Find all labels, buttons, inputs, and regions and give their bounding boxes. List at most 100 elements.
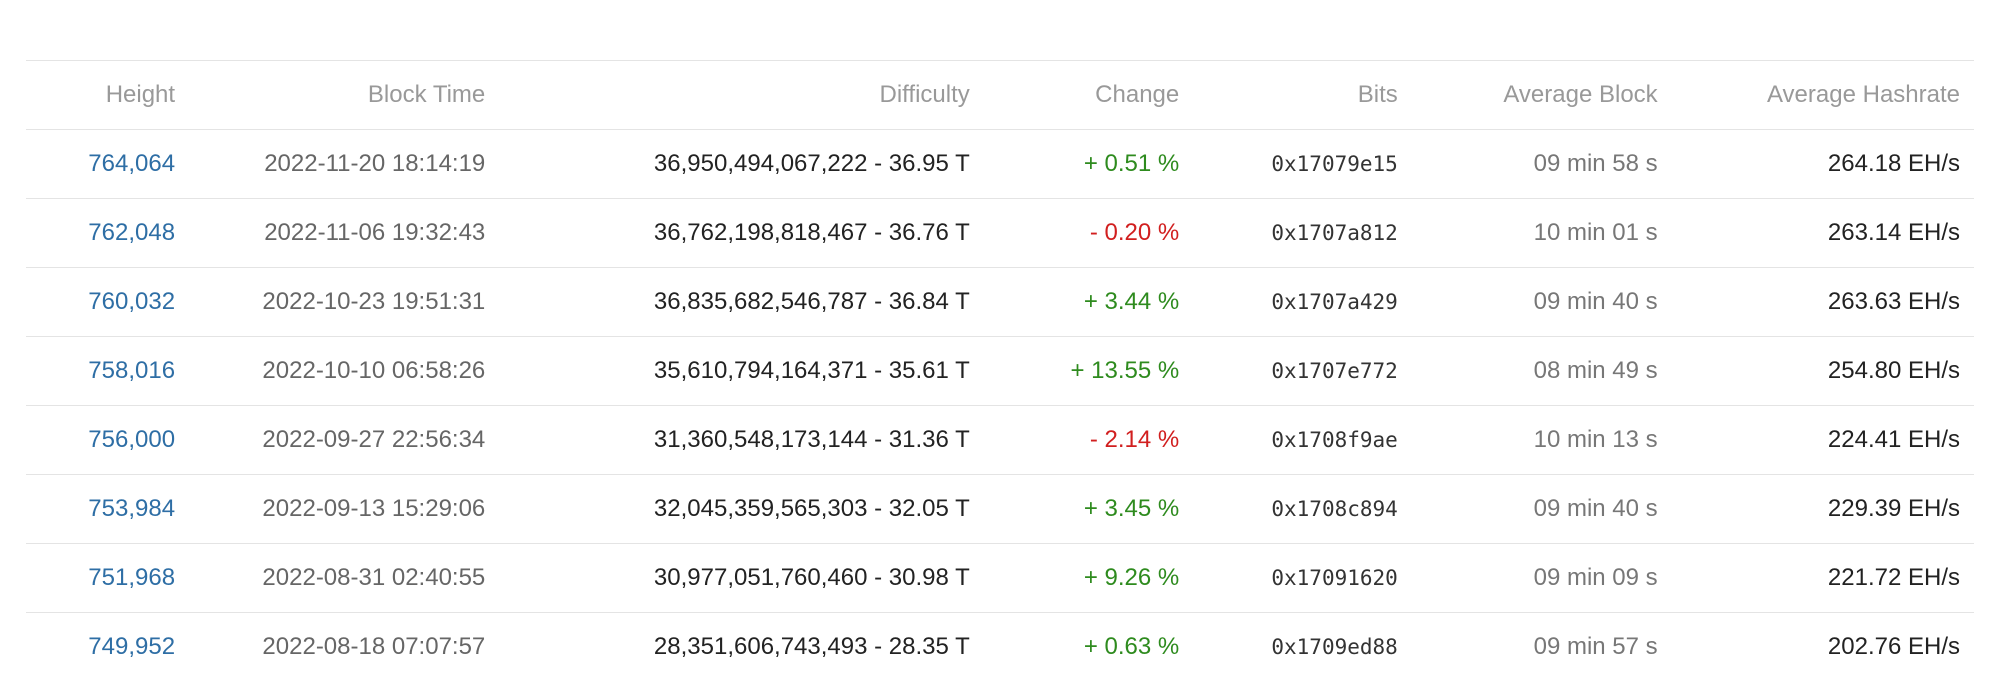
difficulty-history-page: Height Block Time Difficulty Change Bits…	[0, 0, 2000, 675]
table-row: 762,048 2022-11-06 19:32:43 36,762,198,818…	[26, 198, 1974, 268]
table-header-row: Height Block Time Difficulty Change Bits…	[26, 60, 1974, 130]
block-height-link[interactable]: 756,000	[88, 426, 175, 453]
change-value: + 13.55 %	[1070, 357, 1180, 384]
block-height-link[interactable]: 751,968	[88, 564, 175, 591]
change-cell: + 9.26 %	[969, 543, 1180, 613]
average-block-value: 10 min 13 s	[1533, 426, 1658, 453]
average-block-value: 09 min 57 s	[1533, 633, 1658, 660]
block-time-cell: 2022-09-27 22:56:34	[175, 405, 486, 475]
change-value: + 3.44 %	[1083, 288, 1180, 315]
block-height-link[interactable]: 760,032	[88, 288, 175, 315]
change-cell: - 0.20 %	[969, 198, 1180, 268]
change-value: + 3.45 %	[1083, 495, 1180, 522]
height-cell: 762,048	[26, 198, 176, 268]
bits-value: 0x1707a429	[1271, 290, 1398, 314]
chart-captions-clipped	[0, 0, 2000, 10]
block-time-value: 2022-08-31 02:40:55	[262, 564, 486, 591]
difficulty-value: 31,360,548,173,144 - 31.36 T	[653, 426, 970, 453]
average-hashrate-value: 264.18 EH/s	[1827, 150, 1960, 177]
average-hashrate-value: 254.80 EH/s	[1827, 357, 1960, 384]
difficulty-value: 28,351,606,743,493 - 28.35 T	[653, 633, 970, 660]
bits-cell: 0x1708f9ae	[1179, 405, 1398, 475]
block-height-link[interactable]: 758,016	[88, 357, 175, 384]
difficulty-value: 36,835,682,546,787 - 36.84 T	[653, 288, 970, 315]
block-time-value: 2022-09-13 15:29:06	[262, 495, 486, 522]
block-height-link[interactable]: 753,984	[88, 495, 175, 522]
difficulty-value: 30,977,051,760,460 - 30.98 T	[653, 564, 970, 591]
table-row: 758,016 2022-10-10 06:58:26 35,610,794,164…	[26, 336, 1974, 406]
bits-value: 0x17079e15	[1271, 152, 1398, 176]
average-hashrate-cell: 221.72 EH/s	[1657, 543, 1974, 613]
change-value: + 0.63 %	[1083, 633, 1180, 660]
average-block-value: 09 min 09 s	[1533, 564, 1658, 591]
height-cell: 749,952	[26, 612, 176, 675]
average-block-cell: 09 min 40 s	[1397, 267, 1658, 337]
bits-cell: 0x17091620	[1179, 543, 1398, 613]
difficulty-cell: 36,950,494,067,222 - 36.95 T	[485, 129, 970, 199]
height-cell: 760,032	[26, 267, 176, 337]
bits-value: 0x1709ed88	[1271, 635, 1398, 659]
change-value: + 9.26 %	[1083, 564, 1180, 591]
difficulty-value: 36,950,494,067,222 - 36.95 T	[653, 150, 970, 177]
difficulty-value: 35,610,794,164,371 - 35.61 T	[653, 357, 970, 384]
average-block-cell: 09 min 40 s	[1397, 474, 1658, 544]
average-hashrate-value: 263.63 EH/s	[1827, 288, 1960, 315]
column-header-average-block: Average Block	[1397, 60, 1658, 130]
block-time-cell: 2022-11-06 19:32:43	[175, 198, 486, 268]
average-hashrate-cell: 202.76 EH/s	[1657, 612, 1974, 675]
difficulty-cell: 28,351,606,743,493 - 28.35 T	[485, 612, 970, 675]
average-block-cell: 09 min 09 s	[1397, 543, 1658, 613]
block-time-value: 2022-10-23 19:51:31	[262, 288, 486, 315]
average-block-cell: 10 min 01 s	[1397, 198, 1658, 268]
change-cell: + 0.63 %	[969, 612, 1180, 675]
block-time-cell: 2022-10-10 06:58:26	[175, 336, 486, 406]
bits-value: 0x1707a812	[1271, 221, 1398, 245]
difficulty-cell: 31,360,548,173,144 - 31.36 T	[485, 405, 970, 475]
bits-value: 0x1708f9ae	[1271, 428, 1398, 452]
block-time-value: 2022-08-18 07:07:57	[262, 633, 486, 660]
table-row: 760,032 2022-10-23 19:51:31 36,835,682,546…	[26, 267, 1974, 337]
difficulty-value: 36,762,198,818,467 - 36.76 T	[653, 219, 970, 246]
difficulty-cell: 32,045,359,565,303 - 32.05 T	[485, 474, 970, 544]
bits-cell: 0x17079e15	[1179, 129, 1398, 199]
change-cell: + 3.45 %	[969, 474, 1180, 544]
block-time-cell: 2022-10-23 19:51:31	[175, 267, 486, 337]
average-hashrate-value: 202.76 EH/s	[1827, 633, 1960, 660]
block-time-cell: 2022-08-31 02:40:55	[175, 543, 486, 613]
change-cell: + 3.44 %	[969, 267, 1180, 337]
difficulty-cell: 35,610,794,164,371 - 35.61 T	[485, 336, 970, 406]
change-value: - 0.20 %	[1089, 219, 1180, 246]
bits-cell: 0x1708c894	[1179, 474, 1398, 544]
bits-value: 0x1708c894	[1271, 497, 1398, 521]
average-hashrate-cell: 254.80 EH/s	[1657, 336, 1974, 406]
table-row: 751,968 2022-08-31 02:40:55 30,977,051,760…	[26, 543, 1974, 613]
height-cell: 764,064	[26, 129, 176, 199]
change-cell: + 0.51 %	[969, 129, 1180, 199]
average-hashrate-value: 221.72 EH/s	[1827, 564, 1960, 591]
table-body: 764,064 2022-11-20 18:14:19 36,950,494,067…	[26, 129, 1974, 675]
block-time-cell: 2022-09-13 15:29:06	[175, 474, 486, 544]
difficulty-cell: 36,835,682,546,787 - 36.84 T	[485, 267, 970, 337]
column-header-difficulty: Difficulty	[485, 60, 970, 130]
average-block-value: 09 min 58 s	[1533, 150, 1658, 177]
column-header-height: Height	[26, 60, 176, 130]
height-cell: 758,016	[26, 336, 176, 406]
block-height-link[interactable]: 764,064	[88, 150, 175, 177]
block-height-link[interactable]: 749,952	[88, 633, 175, 660]
average-hashrate-value: 263.14 EH/s	[1827, 219, 1960, 246]
column-header-change: Change	[969, 60, 1180, 130]
height-cell: 753,984	[26, 474, 176, 544]
table-row: 753,984 2022-09-13 15:29:06 32,045,359,565…	[26, 474, 1974, 544]
block-time-value: 2022-09-27 22:56:34	[262, 426, 486, 453]
bits-value: 0x17091620	[1271, 566, 1398, 590]
block-height-link[interactable]: 762,048	[88, 219, 175, 246]
average-block-value: 09 min 40 s	[1533, 495, 1658, 522]
average-block-cell: 09 min 57 s	[1397, 612, 1658, 675]
difficulty-table-container: Height Block Time Difficulty Change Bits…	[26, 60, 1974, 675]
block-time-cell: 2022-08-18 07:07:57	[175, 612, 486, 675]
height-cell: 751,968	[26, 543, 176, 613]
average-block-cell: 10 min 13 s	[1397, 405, 1658, 475]
block-time-cell: 2022-11-20 18:14:19	[175, 129, 486, 199]
height-cell: 756,000	[26, 405, 176, 475]
average-hashrate-cell: 229.39 EH/s	[1657, 474, 1974, 544]
